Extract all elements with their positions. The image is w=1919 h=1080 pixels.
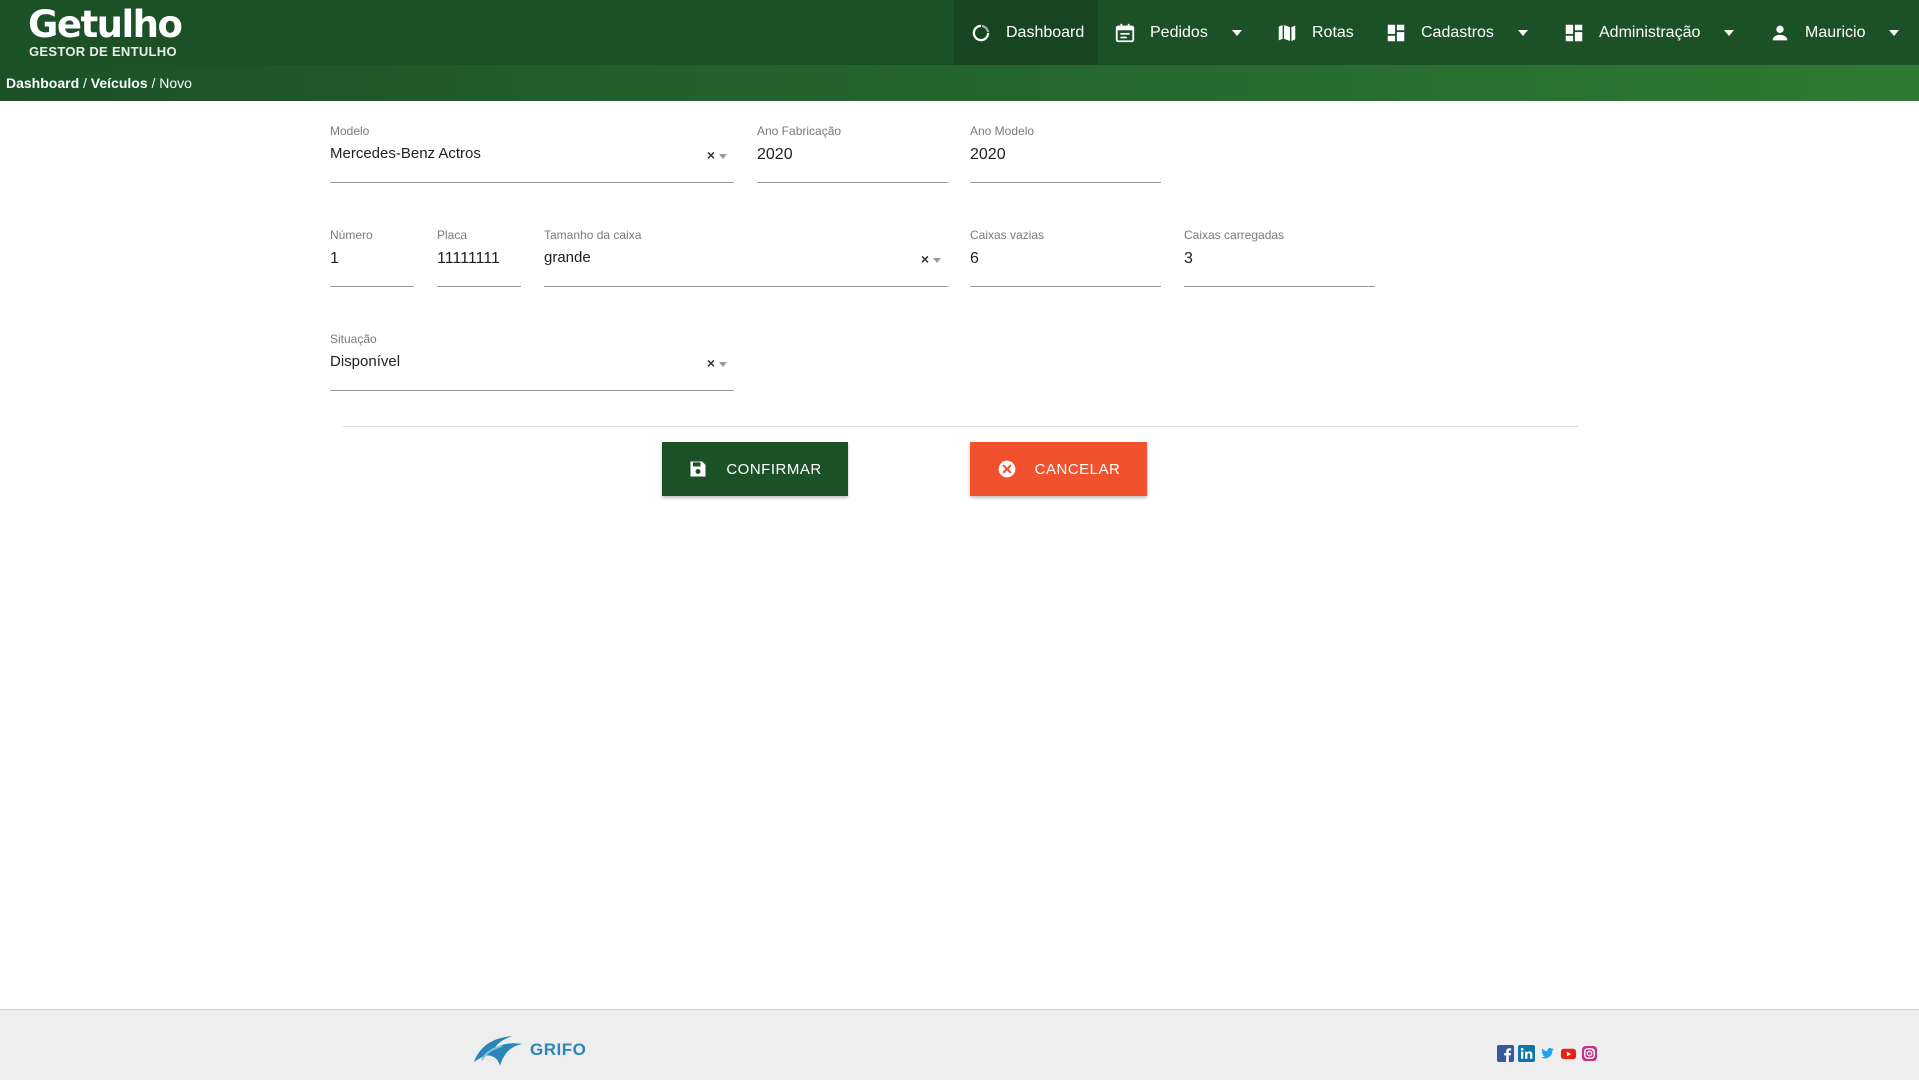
field-underline xyxy=(757,182,948,183)
field-underline xyxy=(970,182,1161,183)
grid-icon xyxy=(1563,22,1585,44)
facebook-icon[interactable] xyxy=(1497,1045,1514,1062)
cancel-circle-icon xyxy=(997,459,1017,479)
breadcrumb-dashboard[interactable]: Dashboard xyxy=(6,75,79,91)
ano-fabricacao-value: 2020 xyxy=(757,146,793,163)
caixas-carregadas-value: 3 xyxy=(1184,250,1193,267)
top-navbar: Getulho GESTOR DE ENTULHO Dashboard Pedi… xyxy=(0,0,1919,65)
nav-dashboard-label: Dashboard xyxy=(1006,23,1085,41)
numero-field[interactable]: Número 1 xyxy=(330,228,414,287)
caixas-vazias-label: Caixas vazias xyxy=(970,228,1045,242)
chevron-down-icon xyxy=(1517,29,1528,36)
clear-icon[interactable]: × xyxy=(921,251,929,267)
caixas-vazias-field[interactable]: Caixas vazias 6 xyxy=(970,228,1161,287)
situacao-select[interactable]: Situação Disponível × xyxy=(330,332,734,391)
confirm-button-label: CONFIRMAR xyxy=(726,460,822,478)
social-links xyxy=(1497,1045,1598,1062)
modelo-value: Mercedes-Benz Actros xyxy=(330,145,481,162)
nav-rotas[interactable]: Rotas xyxy=(1276,0,1354,65)
situacao-value: Disponível xyxy=(330,353,401,370)
field-underline xyxy=(330,182,734,183)
field-underline xyxy=(1184,286,1375,287)
caixas-carregadas-label: Caixas carregadas xyxy=(1184,228,1285,242)
numero-value: 1 xyxy=(330,250,339,267)
logo-title: Getulho xyxy=(28,3,183,46)
chevron-down-icon xyxy=(1724,29,1735,36)
nav-pedidos-label: Pedidos xyxy=(1150,23,1208,41)
caixas-vazias-value: 6 xyxy=(970,250,979,267)
chevron-down-icon xyxy=(1231,29,1242,36)
nav-cadastros[interactable]: Cadastros xyxy=(1385,0,1528,65)
grifo-brand-text: GRIFO xyxy=(530,1040,587,1059)
dropdown-arrow-icon[interactable] xyxy=(719,154,727,159)
field-underline xyxy=(437,286,521,287)
save-icon xyxy=(688,459,708,479)
chevron-down-icon xyxy=(1889,29,1900,36)
breadcrumb-veiculos[interactable]: Veículos xyxy=(91,75,148,91)
nav-rotas-label: Rotas xyxy=(1312,23,1354,41)
placa-label: Placa xyxy=(437,228,468,242)
modelo-select[interactable]: Modelo Mercedes-Benz Actros × xyxy=(330,124,734,183)
modelo-label: Modelo xyxy=(330,124,370,138)
ano-fabricacao-label: Ano Fabricação xyxy=(757,124,842,138)
grid-icon xyxy=(1385,22,1407,44)
numero-label: Número xyxy=(330,228,373,242)
field-underline xyxy=(330,390,734,391)
situacao-label: Situação xyxy=(330,332,377,346)
calendar-icon xyxy=(1114,22,1136,44)
form-divider xyxy=(343,426,1578,427)
instagram-icon[interactable] xyxy=(1581,1045,1598,1062)
ano-modelo-field[interactable]: Ano Modelo 2020 xyxy=(970,124,1161,183)
cancel-button[interactable]: CANCELAR xyxy=(970,442,1147,496)
map-icon xyxy=(1276,22,1298,44)
nav-pedidos[interactable]: Pedidos xyxy=(1114,0,1242,65)
linkedin-icon[interactable] xyxy=(1518,1045,1535,1062)
nav-user-label: Mauricio xyxy=(1805,23,1866,41)
footer: GRIFO xyxy=(0,1009,1919,1080)
nav-dashboard[interactable]: Dashboard xyxy=(954,0,1098,65)
user-icon xyxy=(1769,22,1791,44)
logo-subtitle: GESTOR DE ENTULHO xyxy=(29,44,177,59)
field-underline xyxy=(544,286,948,287)
breadcrumb-separator: / xyxy=(79,75,91,91)
twitter-icon[interactable] xyxy=(1539,1045,1556,1062)
getulho-logo[interactable]: Getulho GESTOR DE ENTULHO xyxy=(28,4,188,60)
cancel-button-label: CANCELAR xyxy=(1034,460,1121,478)
caixas-carregadas-field[interactable]: Caixas carregadas 3 xyxy=(1184,228,1375,287)
ano-modelo-label: Ano Modelo xyxy=(970,124,1035,138)
clear-icon[interactable]: × xyxy=(707,147,715,163)
grifo-wing-icon xyxy=(474,1036,522,1066)
nav-administracao-label: Administração xyxy=(1599,23,1701,41)
clear-icon[interactable]: × xyxy=(707,355,715,371)
dropdown-arrow-icon[interactable] xyxy=(933,258,941,263)
tamanho-caixa-label: Tamanho da caixa xyxy=(544,228,642,242)
breadcrumb: Dashboard / Veículos / Novo xyxy=(0,65,1919,101)
placa-value: 11111111 xyxy=(437,250,500,267)
placa-field[interactable]: Placa 11111111 xyxy=(437,228,521,287)
breadcrumb-separator: / xyxy=(147,75,160,91)
dropdown-arrow-icon[interactable] xyxy=(719,362,727,367)
nav-user-menu[interactable]: Mauricio xyxy=(1769,0,1900,65)
field-underline xyxy=(330,286,414,287)
nav-administracao[interactable]: Administração xyxy=(1563,0,1735,65)
breadcrumb-current: Novo xyxy=(159,75,192,91)
ano-fabricacao-field[interactable]: Ano Fabricação 2020 xyxy=(757,124,948,183)
tamanho-caixa-value: grande xyxy=(544,249,591,266)
grifo-logo[interactable]: GRIFO xyxy=(472,1032,586,1068)
youtube-icon[interactable] xyxy=(1560,1045,1577,1062)
nav-cadastros-label: Cadastros xyxy=(1421,23,1494,41)
tamanho-caixa-select[interactable]: Tamanho da caixa grande × xyxy=(544,228,948,287)
ano-modelo-value: 2020 xyxy=(970,146,1006,163)
dashboard-icon xyxy=(970,22,992,44)
field-underline xyxy=(970,286,1161,287)
confirm-button[interactable]: CONFIRMAR xyxy=(662,442,848,496)
